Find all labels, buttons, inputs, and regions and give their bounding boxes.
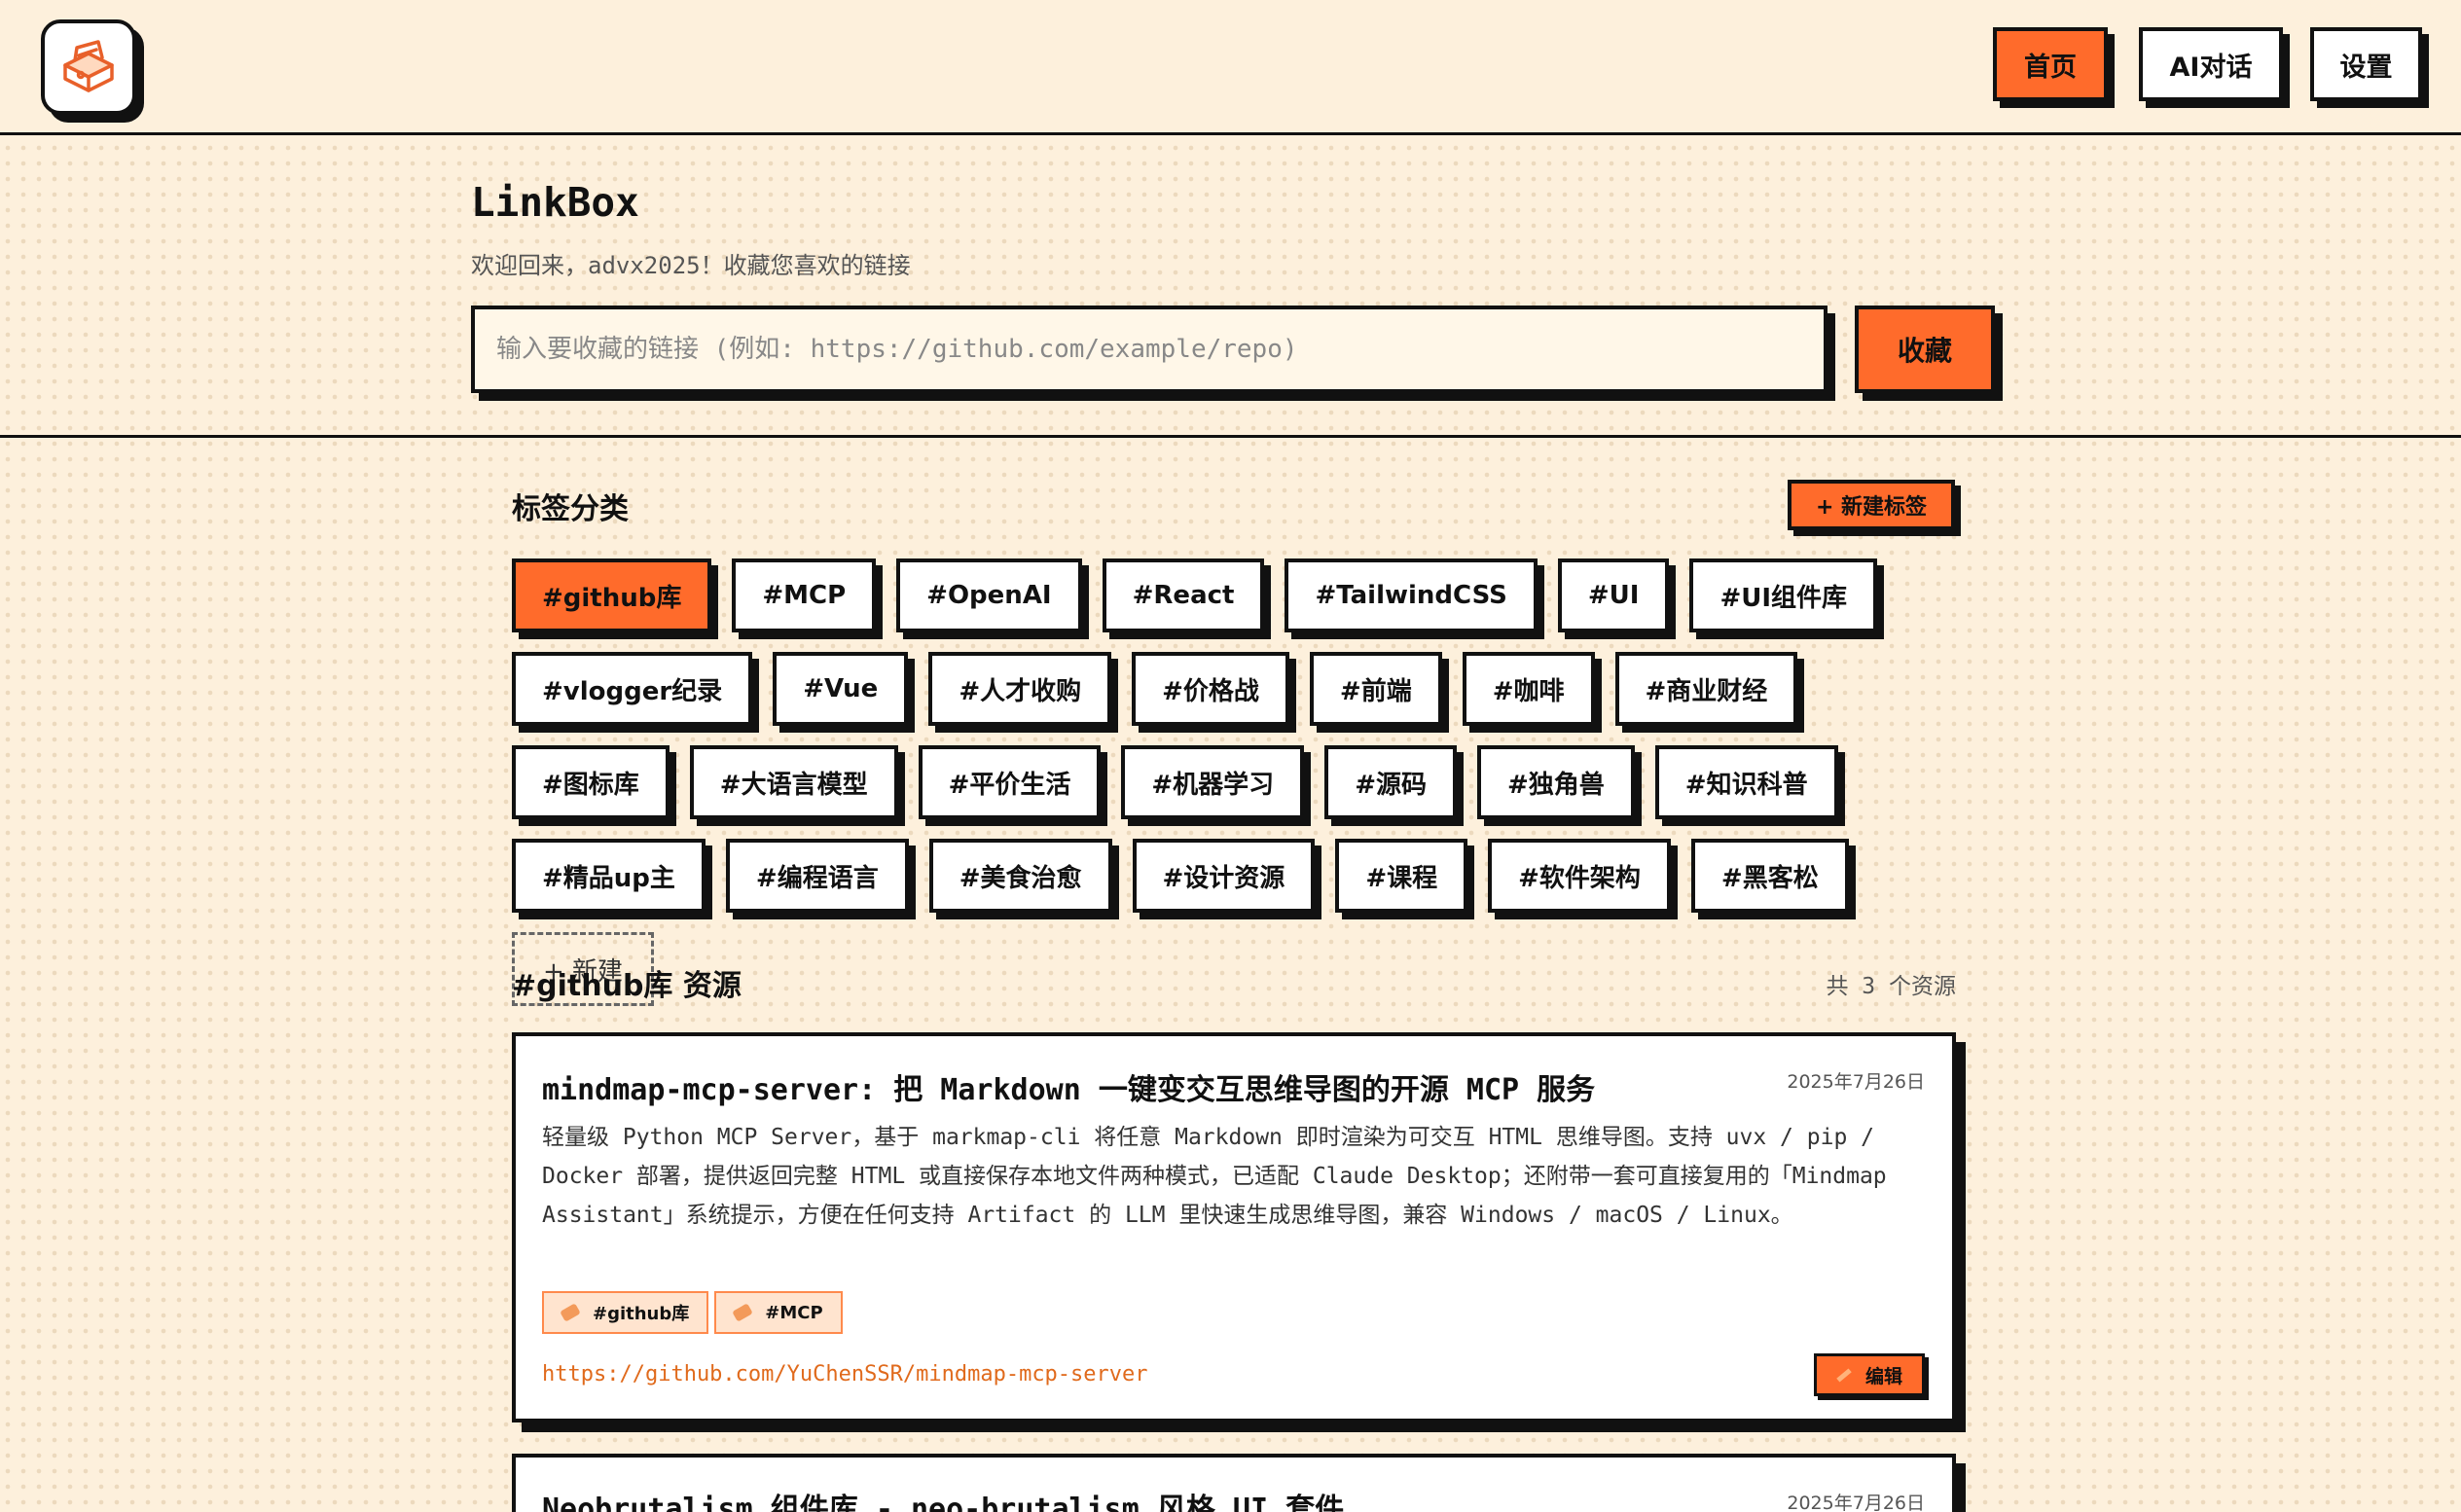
tag-button[interactable]: #精品up主 [512,839,706,913]
tag-button[interactable]: #知识科普 [1654,745,1838,819]
welcome-text: 欢迎回来，advx2025！收藏您喜欢的链接 [471,252,911,279]
edit-resource-button[interactable]: 编辑 [1814,1353,1925,1396]
tag-list: #github库 #MCP #OpenAI #React #TailwindCSS #UI… [512,558,1962,1006]
resource-tag-chip[interactable]: #github库 [542,1291,709,1334]
tag-button[interactable]: #美食治愈 [928,839,1112,913]
pencil-icon [1836,1367,1852,1383]
tag-button[interactable]: #图标库 [512,745,670,819]
nav-home-button[interactable]: 首页 [1993,27,2108,101]
hero-section: LinkBox 欢迎回来，advx2025！收藏您喜欢的链接 收藏 [0,135,2461,438]
resource-description: 轻量级 Python MCP Server，基于 markmap-cli 将任意… [542,1125,1887,1228]
tag-button[interactable]: #前端 [1309,652,1442,726]
tag-button[interactable]: #编程语言 [725,839,909,913]
tag-button[interactable]: #MCP [732,558,877,632]
resource-title[interactable]: Neobrutalism 组件库 - neo-brutalism 风格 UI 套… [542,1485,1344,1512]
tag-button[interactable]: #github库 [512,558,712,632]
new-tag-button[interactable]: + 新建标签 [1788,480,1955,530]
link-url-input[interactable] [471,306,1828,393]
page-title: LinkBox [471,179,639,226]
resource-tags: #github库 #MCP [542,1291,843,1334]
tag-button[interactable]: #人才收购 [928,652,1112,726]
tag-button[interactable]: #OpenAI [896,558,1082,632]
nav-ai-chat-button[interactable]: AI对话 [2139,27,2283,101]
resource-card[interactable]: Neobrutalism 组件库 - neo-brutalism 风格 UI 套… [512,1454,1956,1512]
tag-icon [732,1303,754,1322]
resource-tag-chip[interactable]: #MCP [714,1291,843,1334]
tag-button[interactable]: #UI组件库 [1689,558,1878,632]
app-logo[interactable] [41,19,136,115]
tag-button[interactable]: #源码 [1324,745,1457,819]
tag-button[interactable]: #课程 [1335,839,1468,913]
tag-button[interactable]: #大语言模型 [689,745,898,819]
tag-button[interactable]: #机器学习 [1121,745,1305,819]
tag-button[interactable]: #独角兽 [1476,745,1635,819]
tag-button[interactable]: #设计资源 [1132,839,1316,913]
resources-title: #github库 资源 [512,969,742,1003]
resource-tag-label: #github库 [593,1304,690,1324]
resource-card[interactable]: mindmap-mcp-server: 把 Markdown 一键变交互思维导图… [512,1032,1956,1422]
tag-button[interactable]: #软件架构 [1488,839,1671,913]
tag-button[interactable]: #价格战 [1132,652,1289,726]
tag-button[interactable]: #咖啡 [1462,652,1595,726]
tag-button[interactable]: #UI [1557,558,1670,632]
tag-button[interactable]: #vlogger纪录 [512,652,753,726]
resource-title[interactable]: mindmap-mcp-server: 把 Markdown 一键变交互思维导图… [542,1065,1595,1108]
edit-button-label: 编辑 [1864,1365,1902,1387]
resources-count: 共 3 个资源 [1826,974,1956,999]
tag-button[interactable]: #商业财经 [1614,652,1798,726]
tag-button[interactable]: #TailwindCSS [1285,558,1538,632]
tag-icon [560,1303,581,1322]
nav-settings-button[interactable]: 设置 [2310,27,2422,101]
tags-section-title: 标签分类 [512,492,629,526]
package-box-icon [63,40,114,92]
tag-button[interactable]: #Vue [773,652,909,726]
tag-button[interactable]: #黑客松 [1690,839,1849,913]
top-navbar: 首页 AI对话 设置 [0,0,2461,135]
resource-tag-label: #MCP [765,1302,823,1323]
resource-url-link[interactable]: https://github.com/YuChenSSR/mindmap-mcp… [542,1362,1148,1386]
resource-date: 2025年7月26日 [1787,1071,1925,1093]
tag-button[interactable]: #React [1102,558,1265,632]
tag-button[interactable]: #平价生活 [918,745,1102,819]
resource-date: 2025年7月26日 [1787,1493,1925,1512]
save-link-button[interactable]: 收藏 [1855,306,1995,393]
